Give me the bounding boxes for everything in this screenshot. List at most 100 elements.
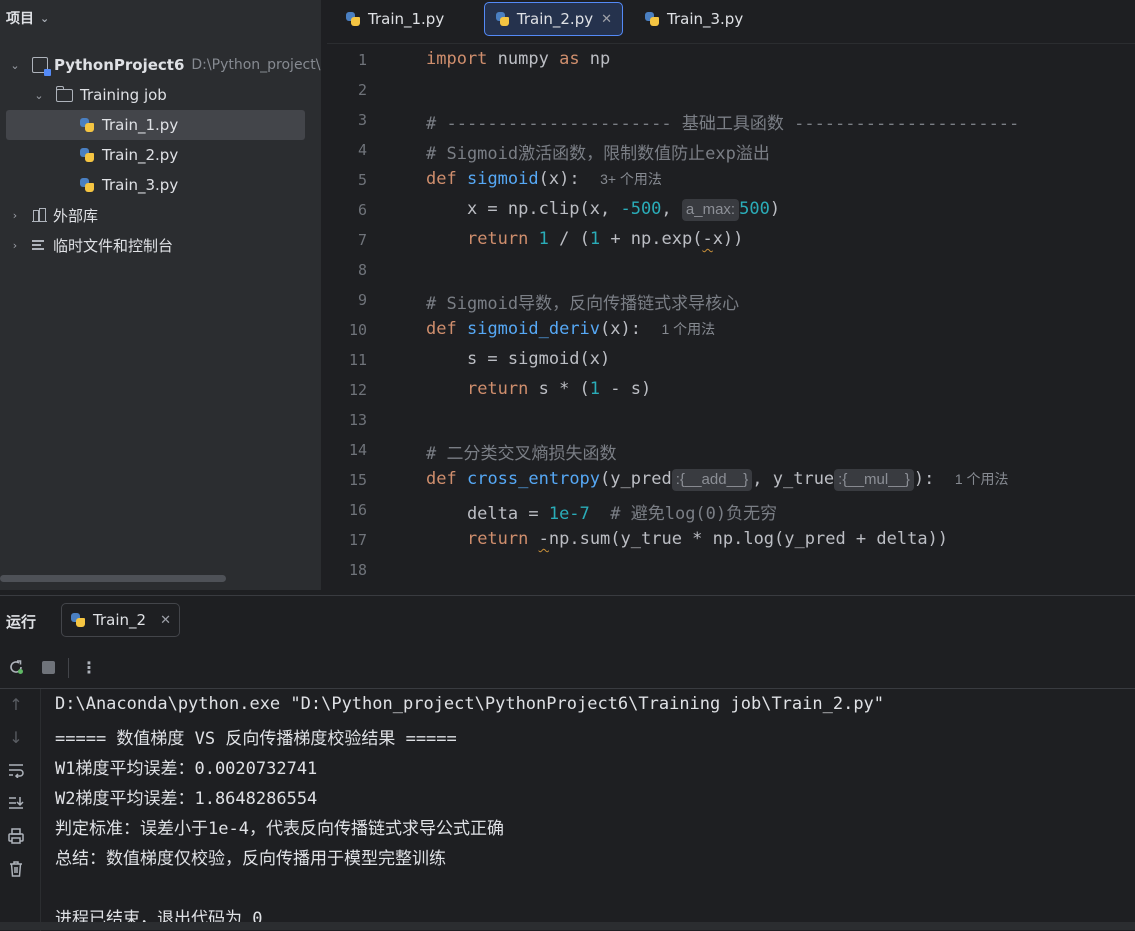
console-line: W2梯度平均误差：1.8648286554 [55, 789, 318, 809]
print-icon[interactable] [5, 825, 27, 847]
rerun-icon[interactable] [5, 656, 27, 678]
external-libs-label: 外部库 [53, 206, 99, 225]
code-text: / ( [548, 229, 590, 249]
project-icon [32, 57, 51, 76]
library-icon [32, 208, 47, 222]
usages-hint[interactable]: 1 个用法 [955, 471, 1009, 487]
keyword: def [426, 169, 457, 189]
code-text: s * ( [528, 379, 590, 399]
tab-label: Train_2.py [516, 10, 594, 28]
usages-hint[interactable]: 3+ 个用法 [600, 171, 662, 187]
horizontal-scrollbar[interactable] [0, 575, 226, 582]
code-text: (x): [600, 319, 641, 339]
code-text: np [579, 49, 611, 69]
line-number: 9 [357, 291, 367, 309]
code-line-1: import numpy as np [426, 49, 610, 69]
line-number: 12 [348, 381, 367, 399]
keyword: as [559, 49, 580, 69]
chevron-down-icon[interactable]: ⌄ [32, 89, 46, 102]
function-name: cross_entropy [466, 469, 601, 489]
arrow-up-icon[interactable]: ↑ [5, 693, 27, 715]
warning-highlight[interactable]: - [702, 229, 712, 249]
function-name: sigmoid [466, 169, 539, 189]
tree-external-libs[interactable]: › 外部库 [8, 200, 98, 230]
number: -500 [620, 199, 662, 219]
type-hint: :{__add__} [671, 469, 753, 491]
code-editor[interactable]: import numpy as np # -------------------… [422, 44, 1135, 590]
soft-wrap-icon[interactable] [5, 759, 27, 781]
code-text: np.sum(y_true * np.log(y_pred + delta)) [548, 529, 949, 549]
line-number: 16 [348, 501, 367, 519]
tree-scratches[interactable]: › 临时文件和控制台 [8, 230, 173, 260]
chevron-right-icon[interactable]: › [8, 239, 22, 252]
keyword: return [466, 229, 529, 249]
code-text: delta = [426, 504, 549, 524]
usages-hint[interactable]: 1 个用法 [661, 321, 715, 337]
toolbar-separator [68, 658, 69, 678]
trash-icon[interactable] [5, 858, 27, 880]
file-label: Train_3.py [102, 176, 179, 194]
code-line-5: def sigmoid(x): 3+ 个用法 [426, 169, 662, 189]
console-line: W1梯度平均误差：0.0020732741 [55, 759, 318, 779]
code-text: x = np.clip(x, [426, 199, 621, 219]
code-line-17: return -np.sum(y_true * np.log(y_pred + … [426, 529, 948, 549]
line-number: 18 [348, 561, 367, 579]
code-text: numpy [487, 49, 560, 69]
tree-root-name: PythonProject6 [54, 56, 185, 74]
run-tab-train-2[interactable]: Train_2 ✕ [61, 603, 180, 637]
comment: # 避免log(0)负无穷 [589, 504, 778, 524]
code-line-15: def cross_entropy(y_pred:{__add__}, y_tr… [426, 469, 1009, 491]
number: 1e-7 [548, 504, 590, 524]
tab-train-2[interactable]: Train_2.py ✕ [484, 2, 623, 36]
project-panel: 项目 ⌄ ⌄ PythonProject6 D:\Python_project\… [0, 0, 321, 590]
code-line-6: x = np.clip(x, -500, a_max: 500) [426, 199, 780, 221]
console-line: 总结：数值梯度仅校验，反向传播用于模型完整训练 [55, 849, 446, 869]
keyword: return [466, 529, 529, 549]
bottom-scrollbar[interactable] [0, 922, 1135, 930]
parameter-hint: a_max: [681, 199, 740, 221]
close-icon[interactable]: ✕ [160, 613, 171, 628]
warning-highlight[interactable]: - [539, 529, 549, 549]
code-line-12: return s * (1 - s) [426, 379, 651, 399]
line-number: 3 [357, 111, 367, 129]
scratches-icon [32, 239, 47, 251]
code-line-3: # ---------------------- 基础工具函数 --------… [426, 114, 1020, 134]
python-file-icon [495, 11, 510, 27]
keyword: def [426, 319, 457, 339]
tab-label: Train_1.py [368, 10, 445, 28]
console-line: ===== 数值梯度 VS 反向传播梯度校验结果 ===== [55, 729, 457, 749]
line-number: 4 [357, 141, 367, 159]
type-hint: :{__mul__} [834, 469, 914, 491]
chevron-right-icon[interactable]: › [8, 209, 22, 222]
line-number: 10 [348, 321, 367, 339]
scroll-to-end-icon[interactable] [5, 792, 27, 814]
number: 500 [739, 199, 770, 219]
code-text: ) [769, 199, 781, 219]
tab-train-1[interactable]: Train_1.py [335, 2, 454, 36]
tree-folder[interactable]: ⌄ Training job [32, 80, 167, 110]
arrow-down-icon[interactable]: ↓ [5, 726, 27, 748]
line-number: 6 [357, 201, 367, 219]
code-line-14: # 二分类交叉熵损失函数 [426, 444, 617, 464]
python-file-icon [79, 177, 95, 193]
project-panel-header[interactable]: 项目 ⌄ [6, 8, 49, 28]
tree-root[interactable]: ⌄ PythonProject6 D:\Python_project\ [8, 50, 320, 80]
keyword: def [426, 469, 457, 489]
tree-file-train1[interactable]: Train_1.py [6, 110, 305, 140]
more-options-icon[interactable]: ⋮ [78, 656, 100, 678]
stop-icon[interactable] [37, 656, 59, 678]
tree-file-train2[interactable]: Train_2.py [79, 140, 178, 170]
code-text: x)) [712, 229, 744, 249]
close-icon[interactable]: ✕ [601, 12, 612, 27]
python-file-icon [79, 117, 95, 133]
tree-file-train3[interactable]: Train_3.py [79, 170, 178, 200]
run-toolbar: ⋮ [0, 646, 1135, 689]
code-line-11: s = sigmoid(x) [426, 349, 611, 369]
tab-train-3[interactable]: Train_3.py [634, 2, 753, 36]
line-number: 8 [357, 261, 367, 279]
code-line-9: # Sigmoid导数，反向传播链式求导核心 [426, 294, 740, 314]
file-label: Train_1.py [102, 116, 179, 134]
chevron-down-icon[interactable]: ⌄ [8, 59, 22, 72]
code-text: - s) [600, 379, 652, 399]
code-text: , y_true [752, 469, 835, 489]
